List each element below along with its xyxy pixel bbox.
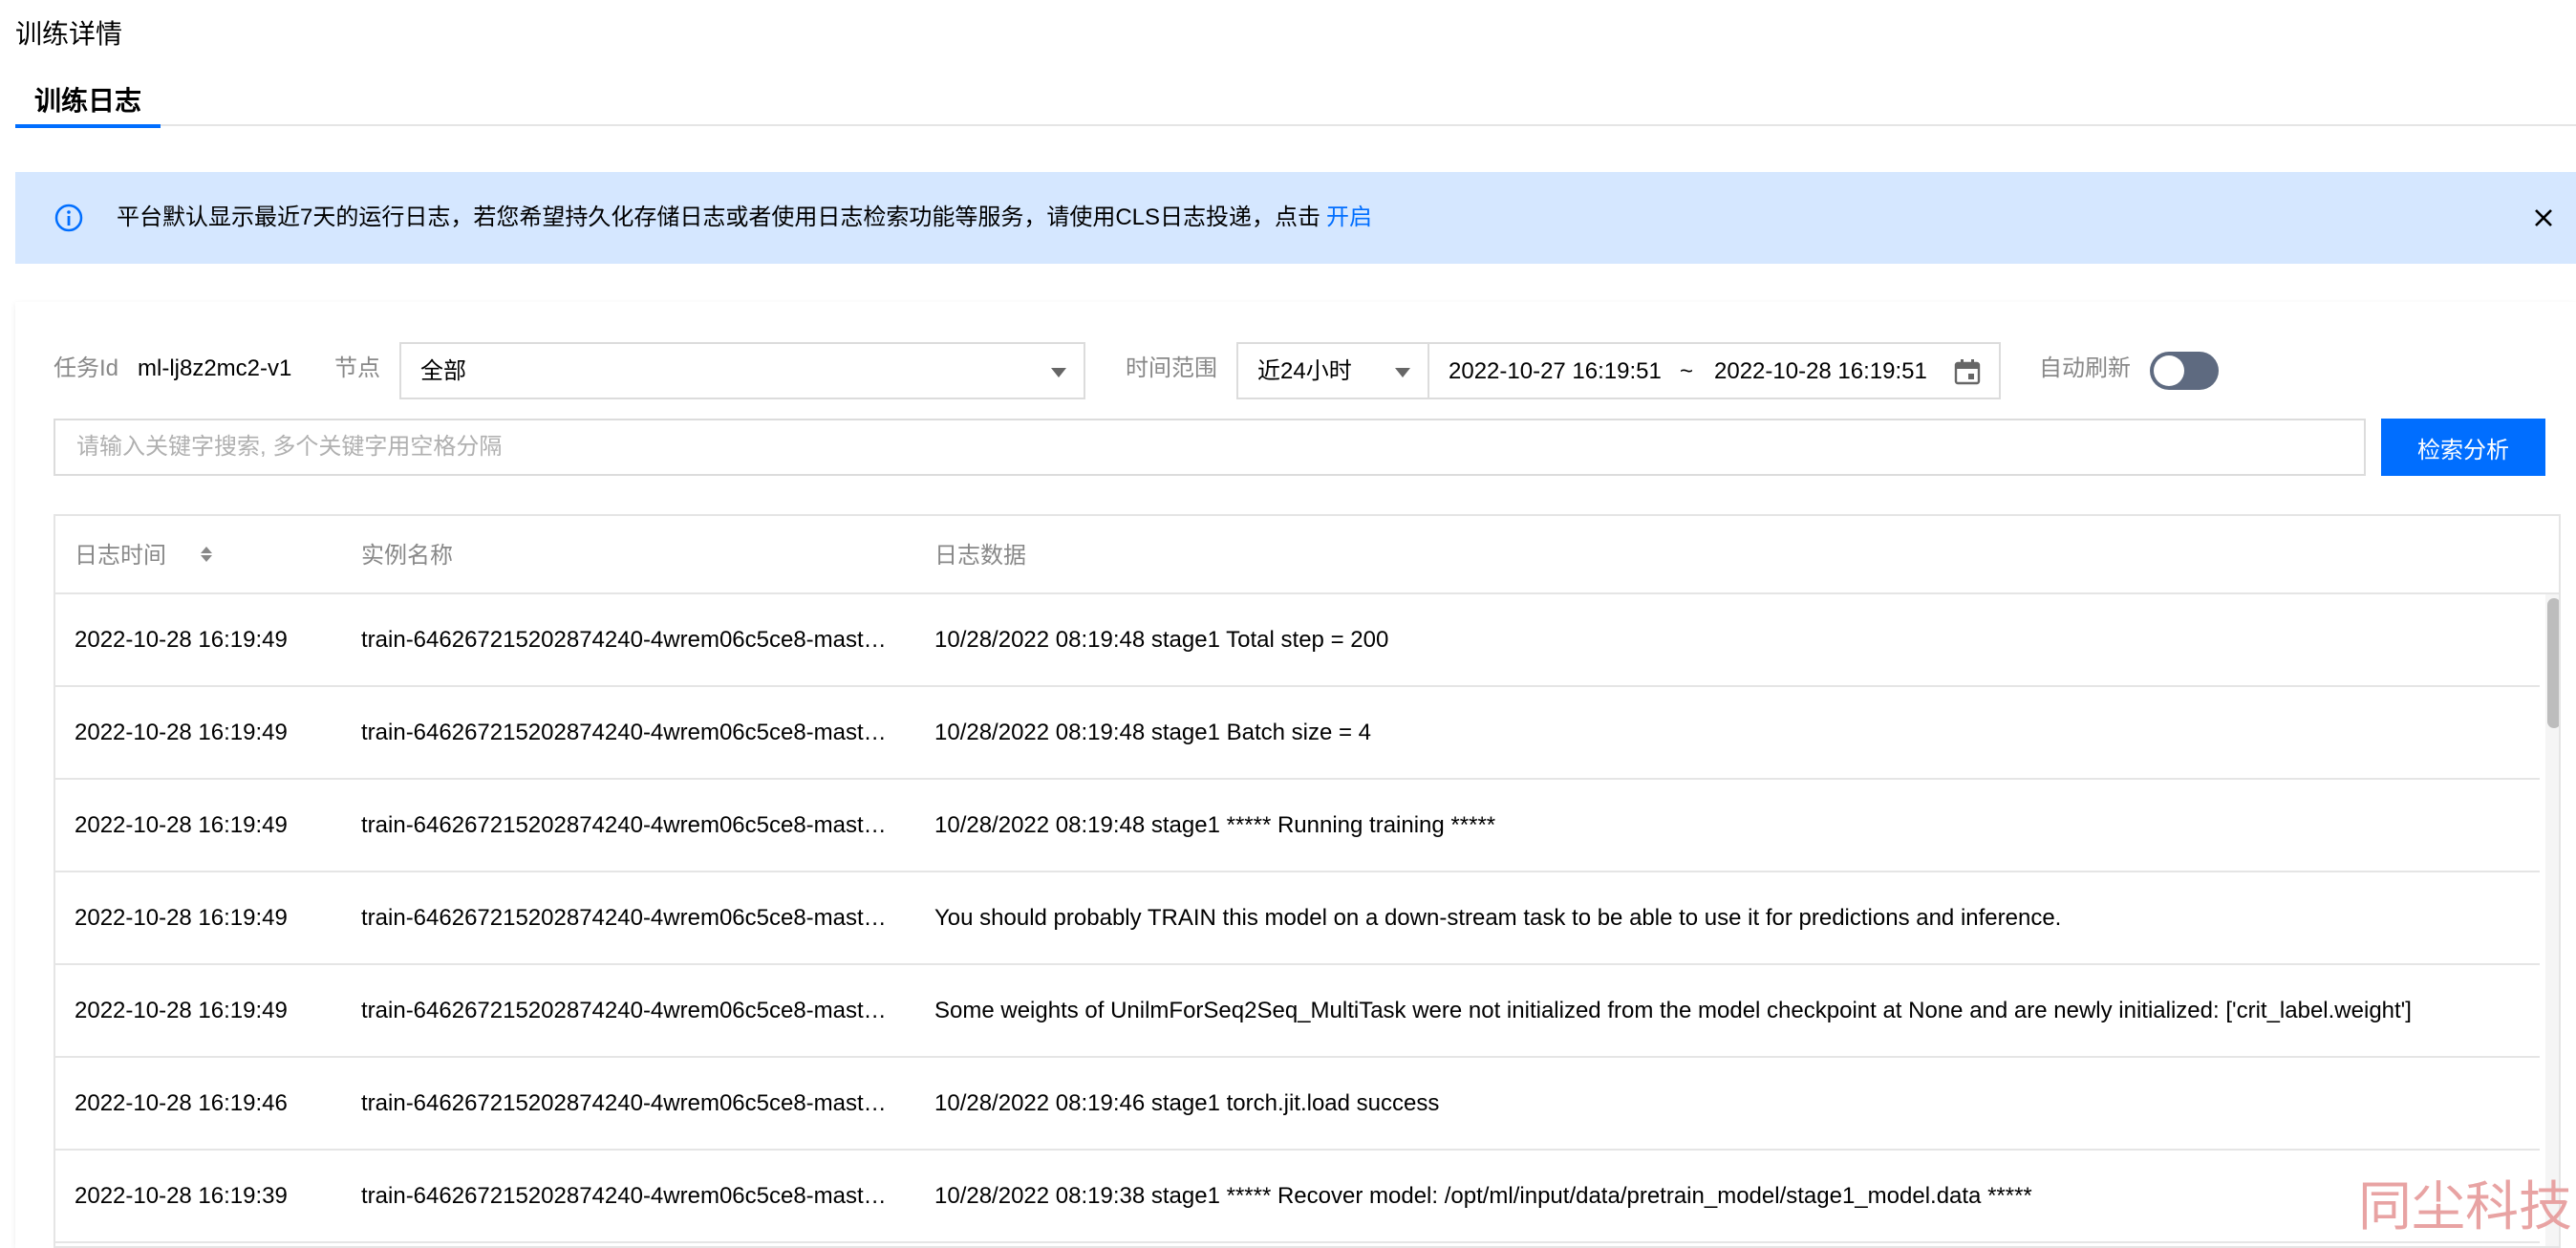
notice-message: 平台默认显示最近7天的运行日志，若您希望持久化存储日志或者使用日志检索功能等服务… — [117, 204, 1321, 230]
cell-log-time: 2022-10-28 16:19:49 — [75, 720, 288, 745]
column-header-time-label: 日志时间 — [75, 543, 166, 569]
watermark: 同尘科技 — [2358, 1176, 2572, 1238]
cell-log-time: 2022-10-28 16:19:49 — [75, 812, 288, 838]
notice-enable-link[interactable]: 开启 — [1326, 204, 1372, 230]
cell-log-data: 10/28/2022 08:19:38 stage1 ***** Recover… — [934, 1183, 2032, 1209]
search-input[interactable] — [54, 419, 2366, 476]
search-button[interactable]: 检索分析 — [2381, 419, 2545, 476]
table-row[interactable]: 2022-10-28 16:19:49 train-64626721520287… — [55, 780, 2540, 872]
time-range-select[interactable]: 近24小时 — [1236, 342, 1429, 399]
table-row[interactable]: 2022-10-28 16:19:46 train-64626721520287… — [55, 1058, 2540, 1151]
tab-training-log[interactable]: 训练日志 — [15, 80, 161, 128]
cell-log-data: You should probably TRAIN this model on … — [934, 905, 2062, 931]
time-range-label: 时间范围 — [1126, 355, 1217, 381]
date-separator: ~ — [1680, 358, 1694, 384]
table-row[interactable]: 2022-10-28 16:19:49 train-64626721520287… — [55, 872, 2540, 965]
chevron-down-icon — [1051, 368, 1066, 377]
auto-refresh-label: 自动刷新 — [2039, 355, 2131, 381]
column-header-instance: 实例名称 — [361, 543, 453, 569]
cell-instance-name: train-646267215202874240-4wrem06c5ce8-ma… — [361, 720, 887, 745]
node-label: 节点 — [334, 355, 380, 381]
cell-instance-name: train-646267215202874240-4wrem06c5ce8-ma… — [361, 812, 887, 838]
toggle-knob — [2154, 355, 2184, 386]
cell-log-data: 10/28/2022 08:19:46 stage1 torch.jit.loa… — [934, 1090, 1440, 1116]
cell-log-data: 10/28/2022 08:19:48 stage1 Total step = … — [934, 627, 1389, 653]
cell-instance-name: train-646267215202874240-4wrem06c5ce8-ma… — [361, 998, 887, 1023]
table-header: 日志时间 实例名称 日志数据 — [55, 516, 2559, 594]
cell-log-time: 2022-10-28 16:19:49 — [75, 627, 288, 653]
table-row[interactable]: 2022-10-28 16:19:49 train-64626721520287… — [55, 687, 2540, 780]
column-header-time[interactable]: 日志时间 — [75, 541, 212, 571]
chevron-down-icon — [1395, 368, 1410, 377]
task-id-label: 任务Id — [54, 355, 119, 381]
date-start: 2022-10-27 16:19:51 — [1449, 358, 1662, 384]
cell-instance-name: train-646267215202874240-4wrem06c5ce8-ma… — [361, 1090, 887, 1116]
node-select[interactable]: 全部 — [399, 342, 1085, 399]
date-range-picker[interactable]: 2022-10-27 16:19:51 ~ 2022-10-28 16:19:5… — [1428, 342, 2001, 399]
cell-instance-name: train-646267215202874240-4wrem06c5ce8-ma… — [361, 905, 887, 931]
table-row[interactable]: 2022-10-28 16:19:49 train-64626721520287… — [55, 594, 2540, 687]
notice-banner: 平台默认显示最近7天的运行日志，若您希望持久化存储日志或者使用日志检索功能等服务… — [15, 172, 2576, 264]
notice-text: 平台默认显示最近7天的运行日志，若您希望持久化存储日志或者使用日志检索功能等服务… — [117, 203, 1372, 233]
time-range-value: 近24小时 — [1257, 358, 1352, 384]
cell-log-time: 2022-10-28 16:19:49 — [75, 998, 288, 1023]
info-icon — [54, 204, 83, 232]
cell-log-time: 2022-10-28 16:19:39 — [75, 1183, 288, 1209]
tab-label: 训练日志 — [34, 86, 142, 116]
table-row[interactable]: 2022-10-28 16:19:39 train-64626721520287… — [55, 1151, 2540, 1243]
cell-log-time: 2022-10-28 16:19:46 — [75, 1090, 288, 1116]
cell-log-data: Some weights of UnilmForSeq2Seq_MultiTas… — [934, 998, 2412, 1023]
log-panel: 任务Id ml-lj8z2mc2-v1 节点 全部 时间范围 近24小时 202… — [15, 302, 2576, 1248]
column-header-data: 日志数据 — [934, 543, 1026, 569]
scrollbar-thumb[interactable] — [2547, 598, 2559, 728]
cell-log-time: 2022-10-28 16:19:49 — [75, 905, 288, 931]
tab-bar: 训练日志 — [15, 0, 2576, 128]
cell-instance-name: train-646267215202874240-4wrem06c5ce8-ma… — [361, 1183, 887, 1209]
date-end: 2022-10-28 16:19:51 — [1714, 358, 1927, 384]
cell-log-data: 10/28/2022 08:19:48 stage1 Batch size = … — [934, 720, 1372, 745]
cell-instance-name: train-646267215202874240-4wrem06c5ce8-ma… — [361, 627, 887, 653]
sort-icon[interactable] — [199, 541, 214, 568]
close-icon[interactable] — [2528, 203, 2559, 233]
task-id-value: ml-lj8z2mc2-v1 — [138, 355, 292, 381]
table-row[interactable]: 2022-10-28 16:19:49 train-64626721520287… — [55, 965, 2540, 1058]
auto-refresh-toggle[interactable] — [2150, 352, 2219, 390]
table-scrollbar[interactable] — [2545, 594, 2559, 1246]
cell-log-data: 10/28/2022 08:19:48 stage1 ***** Running… — [934, 812, 1496, 838]
node-select-value: 全部 — [420, 358, 466, 384]
tab-active-indicator — [15, 124, 161, 128]
calendar-icon[interactable] — [1953, 357, 1982, 386]
log-table: 日志时间 实例名称 日志数据 2022-10-28 16:19:49 train… — [54, 514, 2561, 1248]
